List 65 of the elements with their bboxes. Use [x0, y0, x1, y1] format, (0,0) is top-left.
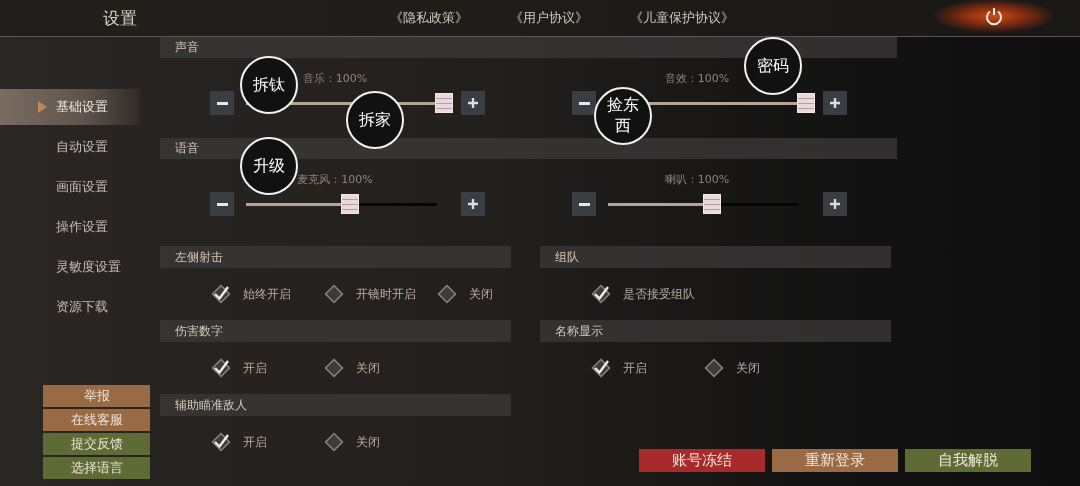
label-tooltip: 拆钛 — [240, 56, 298, 114]
label-tooltip: 拆家 — [346, 91, 404, 149]
plus-button[interactable] — [461, 192, 485, 216]
power-icon — [984, 6, 1004, 26]
label-tooltip: 捡东西 — [594, 87, 652, 145]
plus-icon — [467, 198, 479, 210]
minus-button[interactable] — [572, 192, 596, 216]
policy-link[interactable]: 《用户协议》 — [510, 9, 588, 27]
triangle-icon — [38, 101, 47, 113]
plus-icon — [829, 97, 841, 109]
side-button[interactable]: 举报 — [43, 385, 150, 407]
slider-thumb[interactable] — [435, 93, 453, 113]
section-header: 名称显示 — [540, 320, 891, 342]
minus-icon — [216, 101, 228, 105]
slider-label: 麦克风：100% — [297, 172, 373, 188]
side-button[interactable]: 选择语言 — [43, 457, 150, 479]
section-header: 左侧射击 — [160, 246, 511, 268]
minus-button[interactable] — [572, 91, 596, 115]
footer-button[interactable]: 账号冻结 — [639, 449, 765, 472]
option-label: 始终开启 — [243, 285, 291, 303]
option-label: 开启 — [623, 359, 647, 377]
option-label: 开启 — [243, 359, 267, 377]
sidebar-item[interactable]: 基础设置 — [0, 89, 140, 125]
section-header: 语音 — [160, 138, 897, 159]
sidebar-item[interactable]: 画面设置 — [0, 169, 140, 205]
side-button[interactable]: 在线客服 — [43, 409, 150, 431]
option-label: 关闭 — [356, 359, 380, 377]
minus-icon — [216, 202, 228, 206]
slider-thumb[interactable] — [797, 93, 815, 113]
option-label: 关闭 — [469, 285, 493, 303]
slider-label: 喇叭：100% — [664, 172, 730, 188]
minus-button[interactable] — [210, 91, 234, 115]
page-title: 设置 — [103, 6, 138, 30]
plus-icon — [467, 97, 479, 109]
label-tooltip: 密码 — [744, 37, 802, 95]
option-label: 开启 — [243, 433, 267, 451]
footer-button[interactable]: 自我解脱 — [905, 449, 1031, 472]
side-button[interactable]: 提交反馈 — [43, 433, 150, 455]
plus-icon — [829, 198, 841, 210]
option-label: 关闭 — [736, 359, 760, 377]
section-header: 组队 — [540, 246, 891, 268]
plus-button[interactable] — [823, 192, 847, 216]
section-header: 声音 — [160, 37, 897, 58]
slider-label: 音乐：100% — [302, 71, 368, 87]
sidebar-item[interactable]: 灵敏度设置 — [0, 249, 140, 285]
sidebar-item[interactable]: 资源下载 — [0, 289, 140, 325]
minus-icon — [578, 202, 590, 206]
minus-button[interactable] — [210, 192, 234, 216]
option-label: 是否接受组队 — [623, 285, 695, 303]
plus-button[interactable] — [823, 91, 847, 115]
option-label: 开镜时开启 — [356, 285, 416, 303]
slider-thumb[interactable] — [702, 194, 721, 214]
label-tooltip: 升级 — [240, 137, 298, 195]
policy-link[interactable]: 《隐私政策》 — [390, 9, 468, 27]
sidebar-item[interactable]: 自动设置 — [0, 129, 140, 165]
footer-button[interactable]: 重新登录 — [772, 449, 898, 472]
slider-label: 音效：100% — [664, 71, 730, 87]
section-header: 辅助瞄准敌人 — [160, 394, 511, 416]
sidebar-item[interactable]: 操作设置 — [0, 209, 140, 245]
section-header: 伤害数字 — [160, 320, 511, 342]
slider-thumb[interactable] — [340, 194, 359, 214]
minus-icon — [578, 101, 590, 105]
option-label: 关闭 — [356, 433, 380, 451]
plus-button[interactable] — [461, 91, 485, 115]
policy-link[interactable]: 《儿童保护协议》 — [630, 9, 734, 27]
